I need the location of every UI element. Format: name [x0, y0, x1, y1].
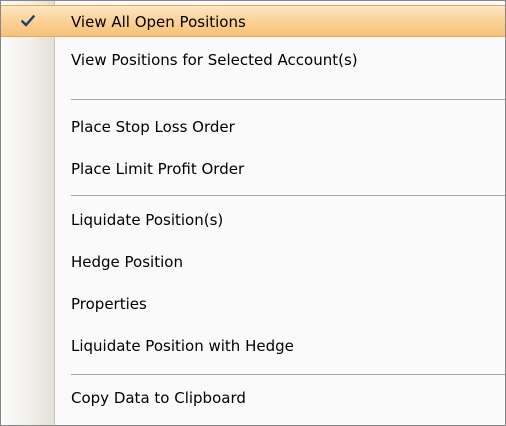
menu-item-properties[interactable]: Properties: [1, 288, 505, 320]
menu-item-copy-data-to-clipboard[interactable]: Copy Data to Clipboard: [1, 382, 505, 414]
menu-separator: [71, 195, 505, 196]
menu-item-label: Copy Data to Clipboard: [71, 389, 246, 407]
menu-item-liquidate-position-with-hedge[interactable]: Liquidate Position with Hedge: [1, 330, 505, 362]
menu-item-view-positions-selected-account[interactable]: View Positions for Selected Account(s): [1, 44, 505, 76]
menu-separator: [71, 99, 505, 100]
context-menu: View All Open Positions View Positions f…: [0, 0, 506, 426]
menu-item-view-all-open-positions[interactable]: View All Open Positions: [1, 5, 505, 37]
checkmark-icon: [4, 7, 51, 35]
menu-item-label: Place Limit Profit Order: [71, 160, 245, 178]
menu-item-place-stop-loss-order[interactable]: Place Stop Loss Order: [1, 111, 505, 143]
menu-separator: [71, 374, 505, 375]
menu-item-label: Liquidate Position(s): [71, 211, 224, 229]
menu-item-label: View All Open Positions: [71, 13, 246, 31]
menu-item-label: Place Stop Loss Order: [71, 118, 235, 136]
menu-item-label: Properties: [71, 295, 147, 313]
menu-item-liquidate-positions[interactable]: Liquidate Position(s): [1, 204, 505, 236]
menu-item-label: View Positions for Selected Account(s): [71, 51, 358, 69]
menu-item-label: Hedge Position: [71, 253, 183, 271]
menu-item-place-limit-profit-order[interactable]: Place Limit Profit Order: [1, 153, 505, 185]
menu-item-hedge-position[interactable]: Hedge Position: [1, 246, 505, 278]
menu-item-label: Liquidate Position with Hedge: [71, 337, 294, 355]
